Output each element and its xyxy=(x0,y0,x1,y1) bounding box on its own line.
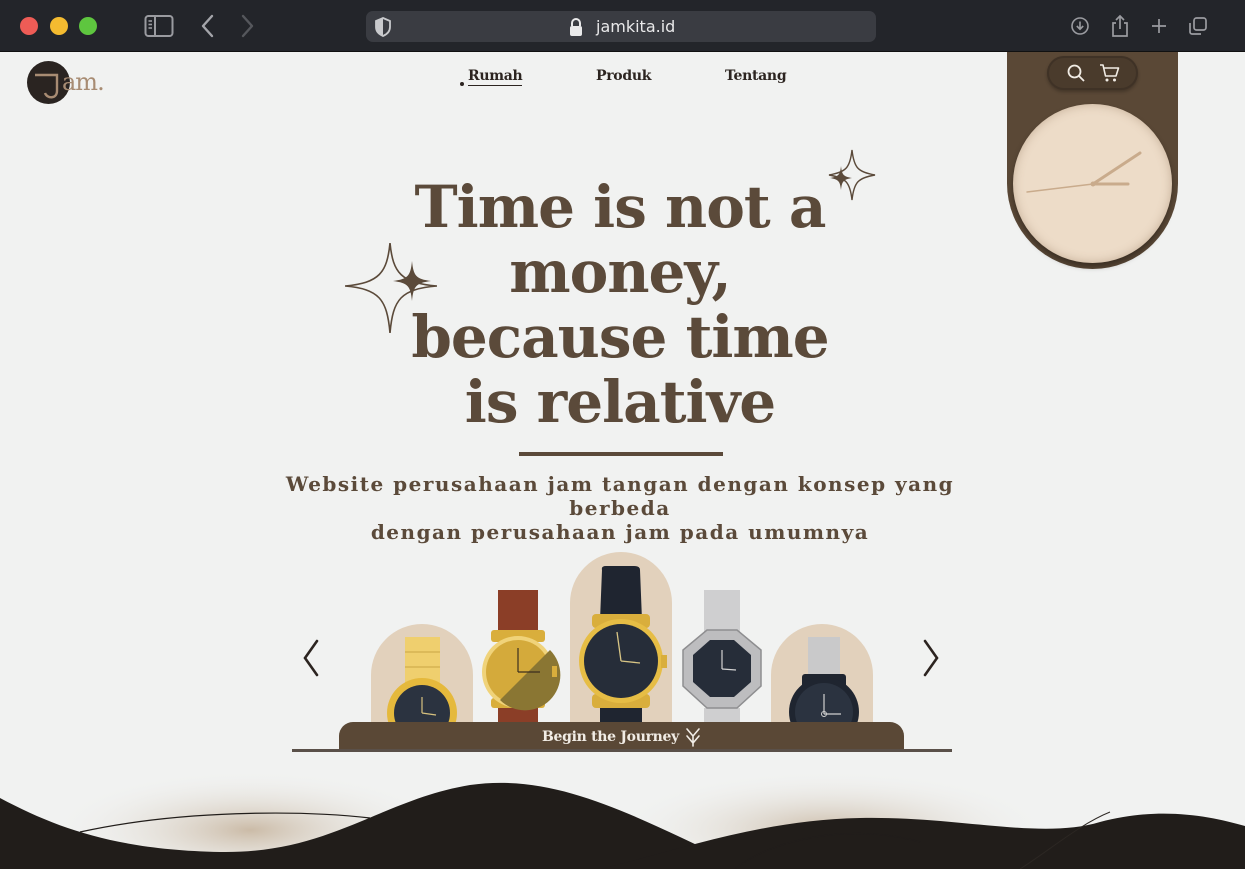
minimize-window-button[interactable] xyxy=(50,17,68,35)
headline-divider xyxy=(519,452,723,456)
maximize-window-button[interactable] xyxy=(79,17,97,35)
headline-line: is relative xyxy=(464,368,776,436)
chevron-left-icon xyxy=(303,639,319,677)
subtitle-line: dengan perusahaan jam pada umumnya xyxy=(370,520,870,544)
double-chevron-down-icon xyxy=(686,727,700,747)
hero-subtitle: Website perusahaan jam tangan dengan kon… xyxy=(240,472,1000,544)
brand-logo[interactable]: am. xyxy=(27,61,117,105)
headline-line: because time xyxy=(411,303,829,371)
nav-produk[interactable]: Produk xyxy=(596,68,651,84)
cart-icon[interactable] xyxy=(1099,63,1121,87)
back-icon[interactable] xyxy=(193,12,223,40)
wall-clock xyxy=(1013,104,1172,263)
shelf-baseline xyxy=(292,749,952,752)
new-tab-icon[interactable] xyxy=(1144,12,1174,40)
browser-toolbar: jamkita.id xyxy=(0,0,1245,52)
header-tools xyxy=(1047,56,1138,90)
url-text: jamkita.id xyxy=(596,17,676,36)
search-icon[interactable] xyxy=(1066,63,1086,87)
logo-text: am. xyxy=(62,68,105,96)
carousel-prev-button[interactable] xyxy=(298,636,324,680)
close-window-button[interactable] xyxy=(20,17,38,35)
watch-silver-octagon[interactable] xyxy=(682,590,762,724)
clock-hands-icon xyxy=(1026,151,1142,193)
address-bar[interactable]: jamkita.id xyxy=(366,11,876,42)
tab-overview-icon[interactable] xyxy=(1183,12,1213,40)
sidebar-toggle-icon[interactable] xyxy=(144,12,174,40)
begin-journey-label: Begin the Journey xyxy=(542,728,679,745)
headline-line: Time is not a xyxy=(414,173,827,241)
decorative-dunes xyxy=(0,770,1245,869)
forward-icon[interactable] xyxy=(232,12,262,40)
headline-line: money, xyxy=(509,238,731,306)
active-nav-indicator xyxy=(460,82,464,86)
hero-headline: Time is not a money, because time is rel… xyxy=(360,175,880,435)
nav-rumah[interactable]: Rumah xyxy=(468,68,523,86)
carousel-next-button[interactable] xyxy=(918,636,944,680)
subtitle-line: Website perusahaan jam tangan dengan kon… xyxy=(285,472,955,520)
download-icon[interactable] xyxy=(1065,12,1095,40)
nav-tentang[interactable]: Tentang xyxy=(725,68,787,84)
watch-brown-leather[interactable] xyxy=(482,590,561,724)
chevron-right-icon xyxy=(923,639,939,677)
share-icon[interactable] xyxy=(1105,12,1135,40)
begin-journey-button[interactable]: Begin the Journey xyxy=(339,722,904,751)
lock-icon xyxy=(568,17,584,41)
privacy-shield-icon[interactable] xyxy=(374,17,392,41)
